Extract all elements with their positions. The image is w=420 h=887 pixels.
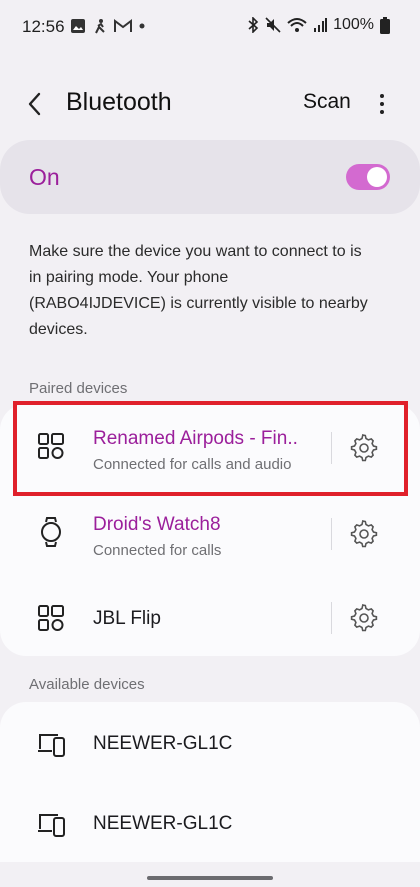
- switch-knob: [367, 167, 387, 187]
- divider: [331, 602, 332, 634]
- device-row-neewer-1[interactable]: NEEWER-GL1C: [0, 702, 420, 786]
- paired-devices-label: Paired devices: [29, 380, 128, 397]
- bluetooth-toggle-card[interactable]: On: [0, 140, 420, 214]
- status-bar: 12:56 100%: [0, 0, 420, 56]
- status-time: 12:56: [22, 17, 65, 36]
- computer-phone-icon: [38, 814, 65, 837]
- multi-device-icon: [38, 605, 64, 631]
- device-name: JBL Flip: [93, 608, 161, 629]
- wifi-icon: [287, 18, 307, 32]
- dot-icon: [139, 23, 145, 29]
- signal-icon: [314, 18, 328, 32]
- device-row-neewer-2[interactable]: NEEWER-GL1C: [0, 782, 420, 866]
- system-icons: 100%: [247, 16, 390, 34]
- device-row-jbl-flip[interactable]: JBL Flip: [0, 576, 420, 656]
- device-name: NEEWER-GL1C: [93, 733, 233, 754]
- computer-phone-icon: [38, 734, 65, 757]
- notification-icons: [70, 18, 146, 34]
- page-title: Bluetooth: [66, 88, 172, 116]
- activity-icon: [95, 19, 105, 34]
- scan-button[interactable]: Scan: [303, 90, 351, 114]
- device-name: Droid's Watch8: [93, 514, 221, 535]
- device-status: Connected for calls: [93, 542, 222, 559]
- bluetooth-switch[interactable]: [346, 164, 390, 190]
- divider: [331, 518, 332, 550]
- device-name: NEEWER-GL1C: [93, 813, 233, 834]
- home-indicator[interactable]: [147, 876, 273, 880]
- bluetooth-icon: [248, 17, 259, 33]
- gallery-icon: [71, 19, 85, 33]
- more-options-icon[interactable]: [372, 90, 392, 118]
- toggle-label: On: [29, 164, 60, 190]
- gmail-icon: [114, 19, 132, 32]
- gear-icon[interactable]: [350, 604, 378, 632]
- device-row-droids-watch8[interactable]: Droid's Watch8 Connected for calls: [0, 490, 420, 574]
- mute-icon: [265, 17, 281, 33]
- battery-percentage: 100%: [333, 16, 374, 33]
- watch-icon: [41, 517, 61, 547]
- pairing-info-text: Make sure the device you want to connect…: [29, 243, 368, 338]
- available-devices-label: Available devices: [29, 676, 145, 693]
- app-header: Bluetooth Scan: [0, 80, 420, 126]
- available-devices-list: NEEWER-GL1C NEEWER-GL1C: [0, 702, 420, 862]
- battery-icon: [380, 16, 390, 34]
- gear-icon[interactable]: [350, 520, 378, 548]
- back-icon[interactable]: [22, 90, 50, 118]
- highlight-box: [13, 401, 408, 496]
